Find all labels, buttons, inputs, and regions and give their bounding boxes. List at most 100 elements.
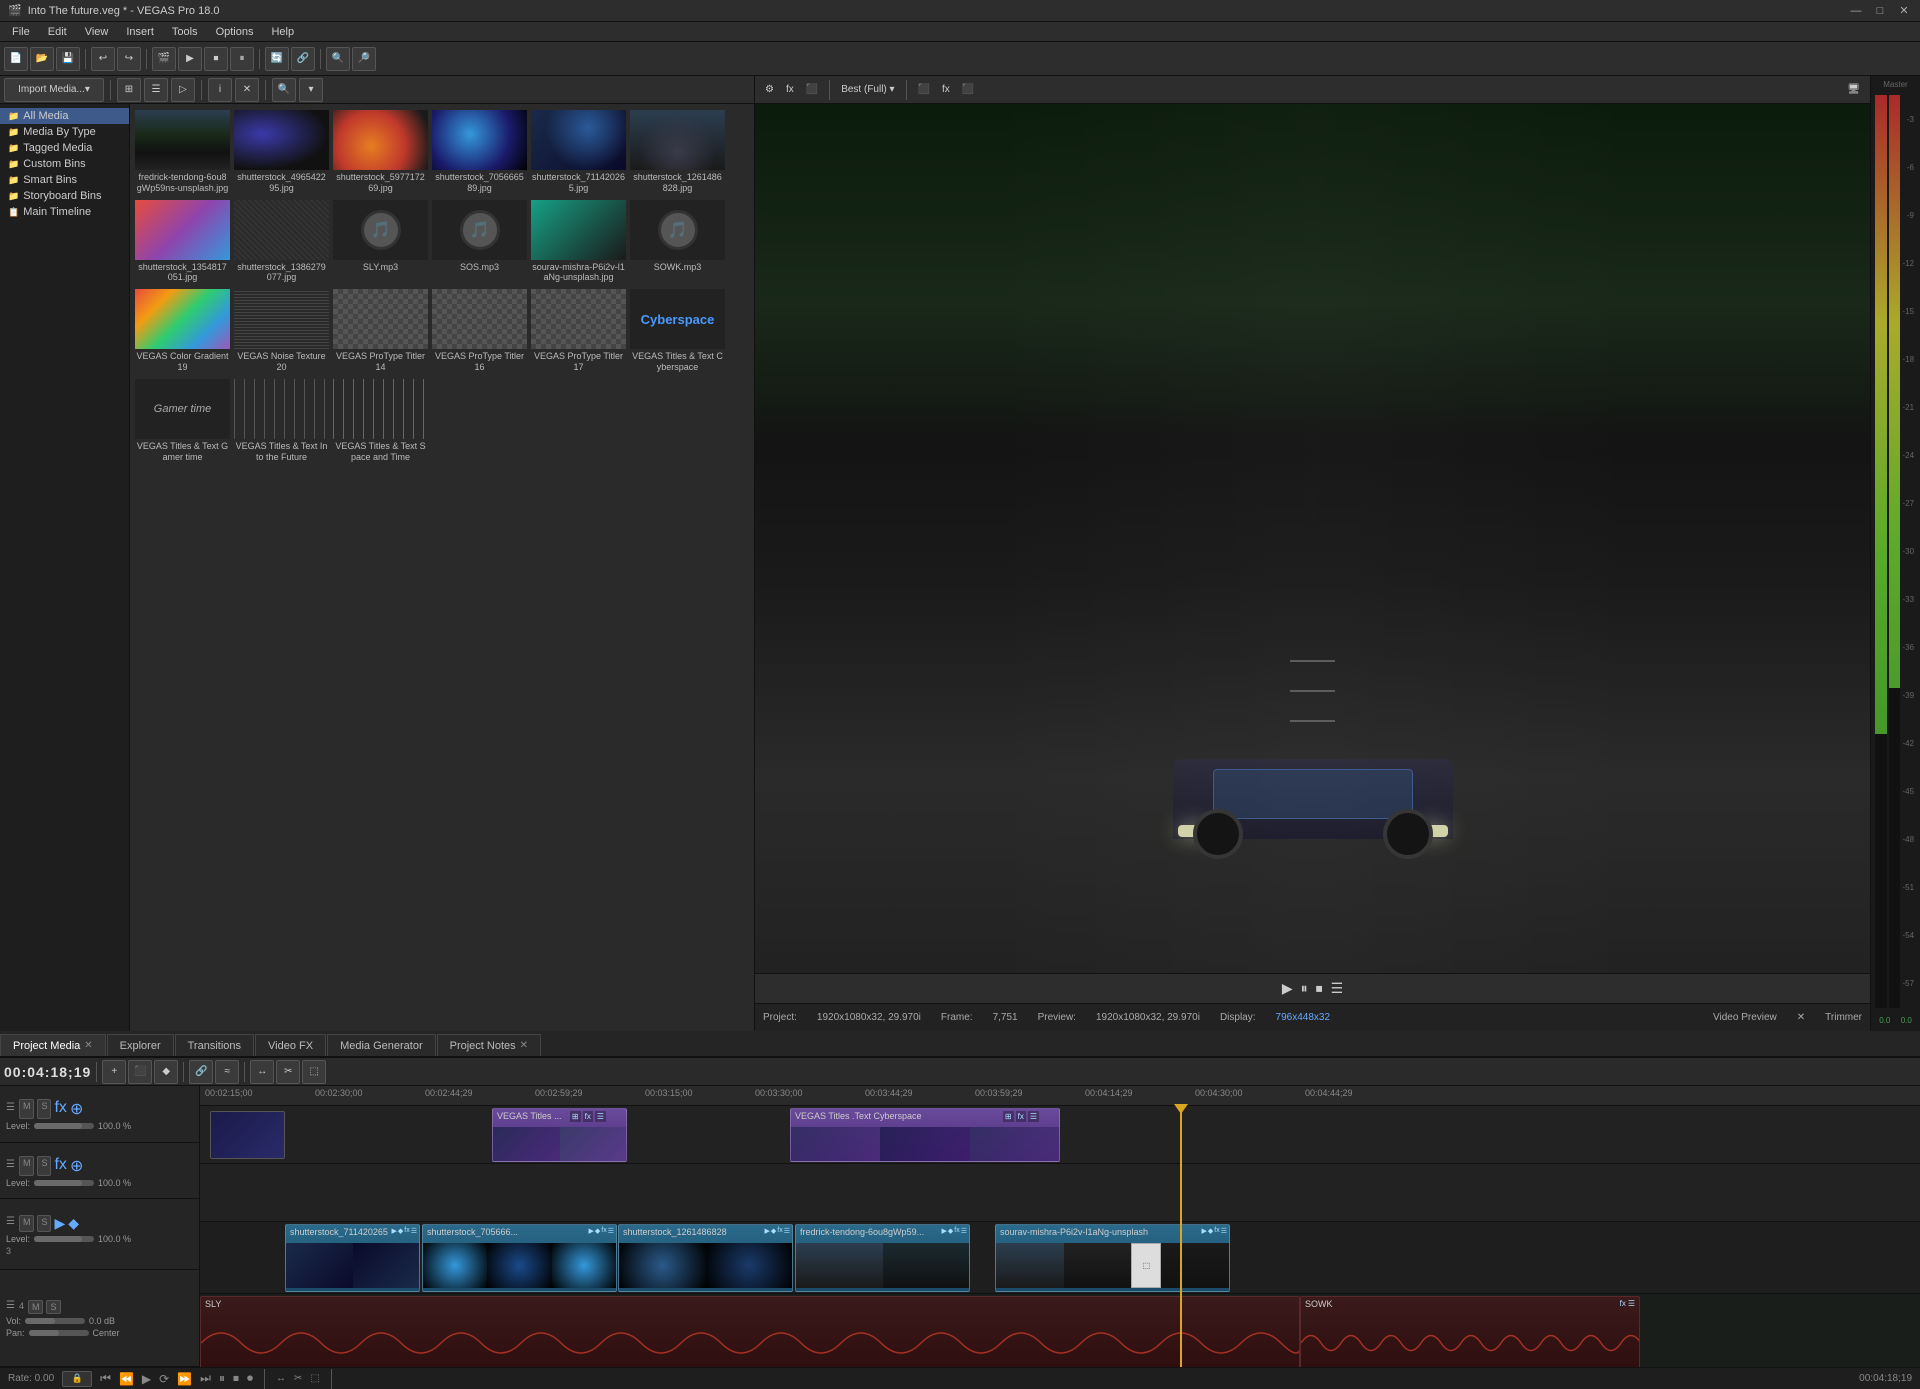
preview-settings-button[interactable]: ⚙	[761, 82, 778, 97]
transport-go-start[interactable]: ⏮	[100, 1371, 111, 1386]
preview-scopes-button[interactable]: ⬛	[802, 82, 822, 97]
view-list-button[interactable]: ☰	[144, 78, 168, 102]
transport-stop[interactable]: ⏹	[233, 1371, 239, 1386]
tab-media-generator[interactable]: Media Generator	[327, 1034, 436, 1056]
menu-file[interactable]: File	[4, 24, 38, 40]
track-3-media-icon[interactable]: ◆	[68, 1215, 79, 1232]
preview-crop-button[interactable]: fx	[938, 82, 954, 97]
loop-button[interactable]: 🔄	[265, 47, 289, 71]
sidebar-item-all-media[interactable]: 📁 All Media	[0, 108, 129, 124]
filter-button[interactable]: ▾	[299, 78, 323, 102]
preview-quality-dropdown[interactable]: Best (Full) ▾	[837, 82, 898, 97]
title-clip-cyberspace[interactable]: VEGAS Titles .Text Cyberspace ⊞ fx ☰	[790, 1108, 1060, 1162]
media-item-sos[interactable]: 🎵 SOS.mp3	[431, 198, 528, 286]
close-button[interactable]: ✕	[1896, 3, 1912, 19]
audio-pan-slider[interactable]	[29, 1330, 89, 1336]
media-item-gamer[interactable]: Gamer time VEGAS Titles & Text Gamer tim…	[134, 377, 231, 465]
sidebar-item-custom-bins[interactable]: 📁 Custom Bins	[0, 156, 129, 172]
tab-project-media[interactable]: Project Media ✕	[0, 1034, 106, 1056]
audio-clip-sly[interactable]: SLY	[200, 1296, 1300, 1367]
preview-menu-button[interactable]: ☰	[1331, 980, 1344, 997]
audio-mute[interactable]: M	[28, 1300, 44, 1314]
search-button[interactable]: 🔍	[272, 78, 296, 102]
tab-close-project-media[interactable]: ✕	[84, 1040, 92, 1051]
video-preview-close[interactable]: ✕	[1797, 1012, 1805, 1023]
pause-button[interactable]: ⏸	[230, 47, 254, 71]
audio-vol-slider[interactable]	[25, 1318, 85, 1324]
audio-clip-sowk-menu[interactable]: ☰	[1628, 1299, 1635, 1309]
track-1-solo[interactable]: S	[37, 1099, 51, 1119]
sidebar-item-smart-bins[interactable]: 📁 Smart Bins	[0, 172, 129, 188]
stop-button[interactable]: ⏹	[204, 47, 228, 71]
media-item-2[interactable]: shutterstock_496542295.jpg	[233, 108, 330, 196]
track-2-solo[interactable]: S	[37, 1156, 51, 1176]
menu-help[interactable]: Help	[263, 24, 302, 40]
play-button[interactable]: ▶	[178, 47, 202, 71]
media-item-protype-16[interactable]: VEGAS ProType Titler 16	[431, 287, 528, 375]
transport-prev[interactable]: ⏪	[119, 1372, 134, 1386]
track-1-level-slider[interactable]	[34, 1123, 94, 1129]
auto-preview-button[interactable]: ▷	[171, 78, 195, 102]
tab-transitions[interactable]: Transitions	[175, 1034, 254, 1056]
audio-solo[interactable]: S	[46, 1300, 60, 1314]
open-button[interactable]: 📂	[30, 47, 54, 71]
undo-button[interactable]: ↩	[91, 47, 115, 71]
transport-next[interactable]: ⏩	[177, 1372, 192, 1386]
media-item-protype-17[interactable]: VEGAS ProType Titler 17	[530, 287, 627, 375]
track-3-mute[interactable]: M	[19, 1215, 35, 1232]
media-item-7[interactable]: shutterstock_1354817051.jpg	[134, 198, 231, 286]
video-clip-2[interactable]: shutterstock_705666... ▶ ◆ fx ☰	[422, 1224, 617, 1292]
media-item-protype-14[interactable]: VEGAS ProType Titler 14	[332, 287, 429, 375]
transport-play-loop[interactable]: ⟳	[159, 1372, 169, 1386]
zoom-out-button[interactable]: 🔎	[352, 47, 376, 71]
transport-pause[interactable]: ⏸	[219, 1371, 225, 1386]
sidebar-item-media-by-type[interactable]: 📁 Media By Type	[0, 124, 129, 140]
media-item-sly[interactable]: 🎵 SLY.mp3	[332, 198, 429, 286]
track-2-level-slider[interactable]	[34, 1180, 94, 1186]
track-3-level-slider[interactable]	[34, 1236, 94, 1242]
media-item-noise-texture[interactable]: VEGAS Noise Texture 20	[233, 287, 330, 375]
tab-explorer[interactable]: Explorer	[107, 1034, 174, 1056]
preview-play-button[interactable]: ▶	[1282, 980, 1293, 997]
preview-stop-button[interactable]: ⏹	[1316, 980, 1323, 997]
tab-project-notes[interactable]: Project Notes ✕	[437, 1034, 541, 1056]
track-1-mute[interactable]: M	[19, 1099, 35, 1119]
track-2-mute[interactable]: M	[19, 1156, 35, 1176]
edit-tool-3[interactable]: ⬚	[310, 1373, 319, 1384]
video-clip-4[interactable]: fredrick-tendong-6ou8gWp59... ▶ ◆ fx ☰	[795, 1224, 970, 1292]
title-clip-1[interactable]: VEGAS Titles ... ⊞ fx ☰	[492, 1108, 627, 1162]
snap-button[interactable]: 🔗	[291, 47, 315, 71]
media-item-space-time[interactable]: VEGAS Titles & Text Space and Time	[332, 377, 429, 465]
preview-safe-zones[interactable]: ⬛	[958, 82, 978, 97]
zoom-in-button[interactable]: 🔍	[326, 47, 350, 71]
properties-button[interactable]: i	[208, 78, 232, 102]
render-button[interactable]: 🎬	[152, 47, 176, 71]
video-clip-5[interactable]: sourav-mishra-P6i2v-l1aNg-unsplash ▶ ◆ f…	[995, 1224, 1230, 1292]
menu-insert[interactable]: Insert	[118, 24, 162, 40]
menu-options[interactable]: Options	[208, 24, 262, 40]
tab-video-fx[interactable]: Video FX	[255, 1034, 326, 1056]
media-item-8[interactable]: shutterstock_1386279077.jpg	[233, 198, 330, 286]
video-clip-3[interactable]: shutterstock_1261486828 ▶ ◆ fx ☰	[618, 1224, 793, 1292]
playhead[interactable]	[1180, 1106, 1182, 1367]
media-item-sourav[interactable]: sourav-mishra-P6i2v-l1aNg-unsplash.jpg	[530, 198, 627, 286]
edit-tool-2[interactable]: ✂	[294, 1373, 302, 1384]
tl-edit-mode[interactable]: ↔	[250, 1060, 274, 1084]
tl-add-track[interactable]: +	[102, 1060, 126, 1084]
track-3-solo[interactable]: S	[37, 1215, 51, 1232]
sidebar-item-storyboard-bins[interactable]: 📁 Storyboard Bins	[0, 188, 129, 204]
tl-trim-mode[interactable]: ✂	[276, 1060, 300, 1084]
media-item-sowk[interactable]: 🎵 SOWK.mp3	[629, 198, 726, 286]
track-3-audio-icon[interactable]: ▶	[54, 1215, 65, 1232]
media-item-6[interactable]: shutterstock_1261486828.jpg	[629, 108, 726, 196]
preview-split-button[interactable]: ⬛	[914, 82, 934, 97]
track-2-composite-icon[interactable]: ⊕	[70, 1156, 83, 1176]
media-item-into-future[interactable]: VEGAS Titles & Text Into the Future	[233, 377, 330, 465]
sidebar-item-main-timeline[interactable]: 📋 Main Timeline	[0, 204, 129, 220]
menu-edit[interactable]: Edit	[40, 24, 75, 40]
audio-clip-sowk-fx[interactable]: fx	[1620, 1299, 1626, 1309]
media-item-5[interactable]: shutterstock_711420265.jpg	[530, 108, 627, 196]
remove-button[interactable]: ✕	[235, 78, 259, 102]
transport-play[interactable]: ▶	[142, 1372, 151, 1386]
track-1-fx-icon[interactable]: fx	[54, 1099, 66, 1119]
